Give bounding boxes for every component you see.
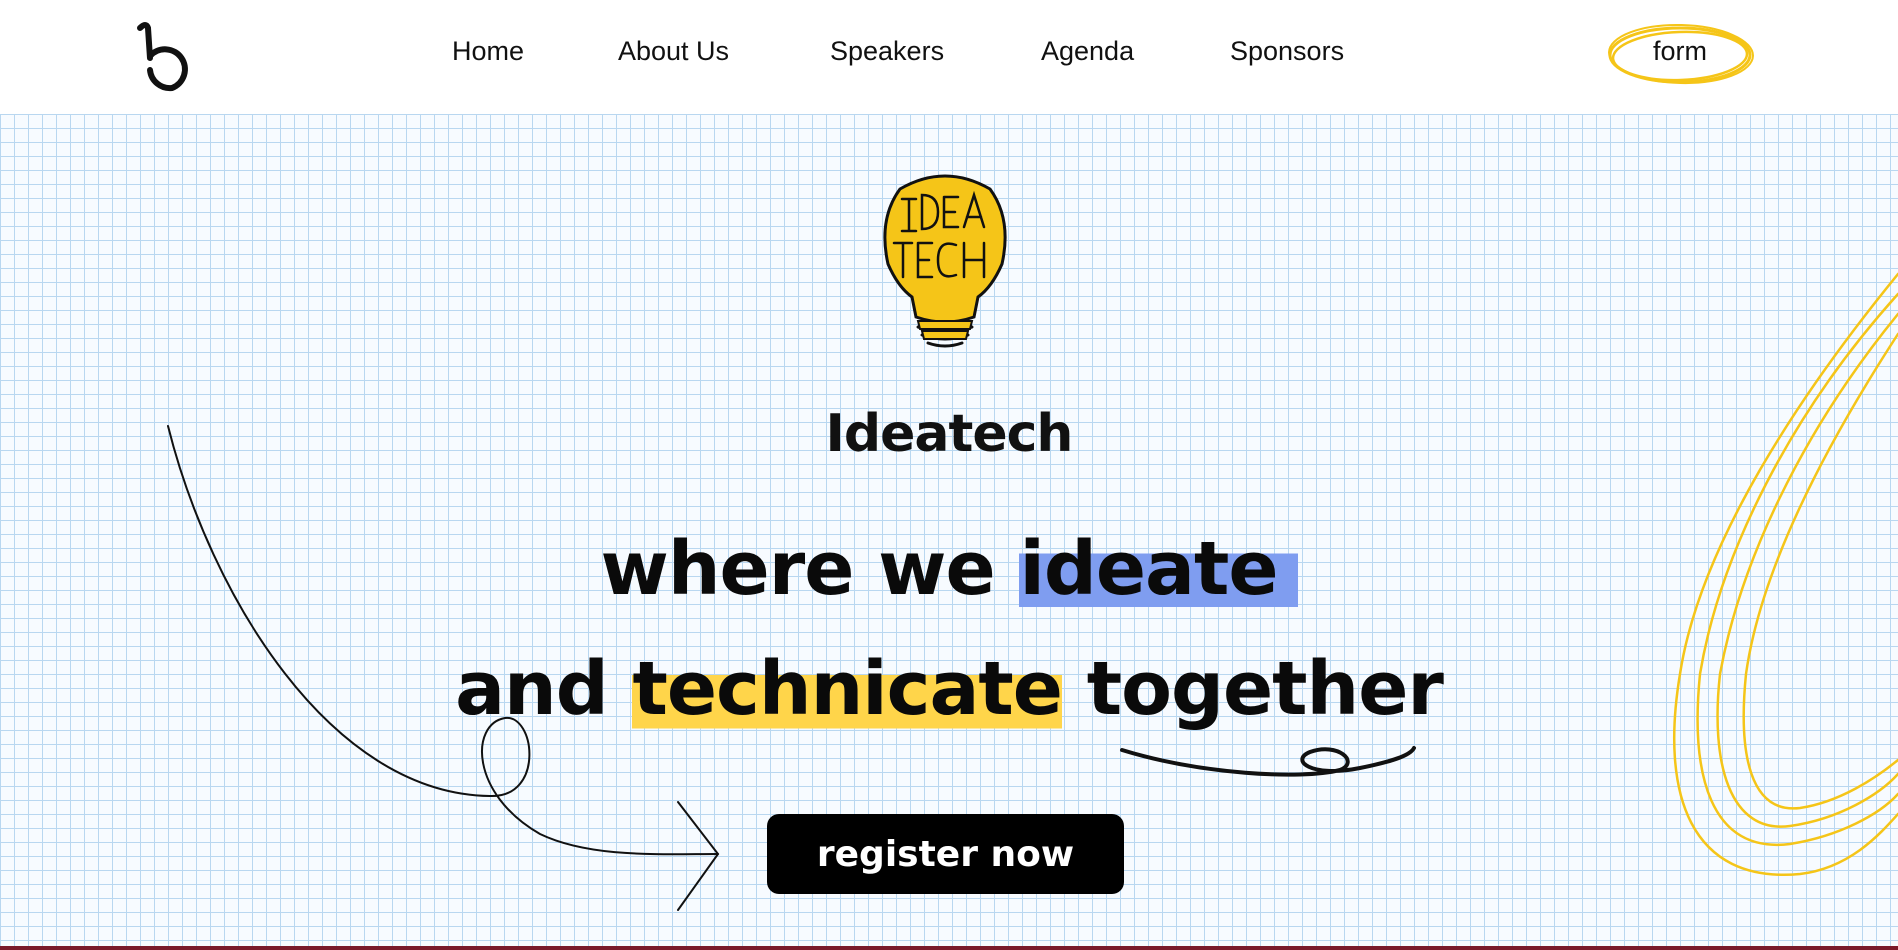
nav-sponsors-link[interactable]: Sponsors <box>1230 36 1344 67</box>
form-button[interactable]: form <box>1606 22 1754 88</box>
register-now-button[interactable]: register now <box>767 814 1124 894</box>
yellow-loop-doodle <box>1673 272 1898 877</box>
navbar: Home About Us Speakers Agenda Sponsors f… <box>0 0 1898 114</box>
bottom-divider <box>0 946 1898 950</box>
form-button-label: form <box>1653 36 1707 66</box>
nav-about-us-link[interactable]: About Us <box>618 36 729 67</box>
nav-home-link[interactable]: Home <box>452 36 524 67</box>
nav-speakers-link[interactable]: Speakers <box>830 36 944 67</box>
brand-logo-icon[interactable] <box>132 18 196 94</box>
underline-swirl-doodle <box>1120 746 1416 777</box>
hero-section: Ideatech where we ideate and technicate … <box>0 114 1898 950</box>
nav-agenda-link[interactable]: Agenda <box>1041 36 1134 67</box>
curved-arrow-doodle <box>167 425 720 911</box>
